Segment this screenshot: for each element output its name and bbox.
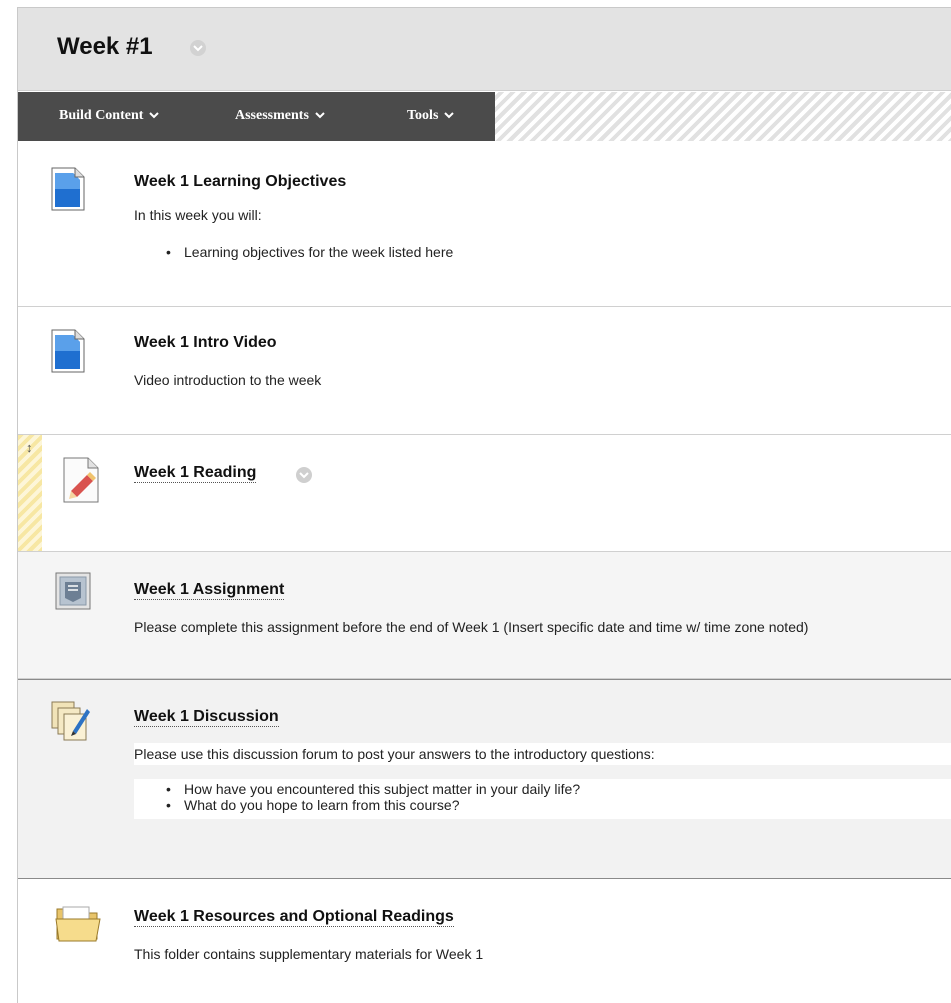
content-item-reading: ↕ Week 1 Reading	[18, 435, 951, 552]
item-title[interactable]: Week 1 Learning Objectives	[134, 173, 346, 191]
document-icon	[51, 167, 85, 216]
item-title-text: Week 1 Discussion	[134, 708, 279, 725]
chevron-down-icon	[315, 108, 325, 124]
action-bar: Build Content Assessments Tools	[18, 92, 951, 141]
list-item: Learning objectives for the week listed …	[166, 244, 453, 260]
discussion-icon	[51, 701, 91, 748]
toolbar-menus: Build Content Assessments Tools	[18, 92, 495, 141]
item-title-text: Week 1 Resources and Optional Readings	[134, 908, 454, 925]
assessments-menu[interactable]: Assessments	[235, 108, 325, 124]
title-options-chevron-icon[interactable]	[190, 40, 206, 56]
reading-options-chevron[interactable]	[294, 466, 312, 485]
item-title-link[interactable]: Week 1 Discussion	[134, 708, 279, 727]
item-title-link[interactable]: Week 1 Assignment	[134, 581, 285, 600]
reading-tool-icon	[63, 457, 99, 508]
item-description: Please use this discussion forum to post…	[134, 746, 655, 762]
item-description: Please complete this assignment before t…	[134, 619, 809, 635]
item-title[interactable]: Week 1 Intro Video	[134, 334, 277, 352]
drag-handle-icon[interactable]: ↕	[26, 441, 33, 455]
content-item-intro-video: Week 1 Intro Video Video introduction to…	[18, 307, 951, 435]
chevron-down-icon	[296, 466, 312, 483]
item-description: In this week you will:	[134, 207, 262, 223]
content-item-resources: Week 1 Resources and Optional Readings T…	[18, 879, 951, 1003]
build-content-label: Build Content	[59, 108, 144, 124]
chevron-down-icon	[149, 108, 160, 124]
content-area: Week #1 Build Content Assessments Tools	[17, 7, 951, 1003]
content-item-assignment: Week 1 Assignment Please complete this a…	[18, 552, 951, 679]
assessments-label: Assessments	[235, 108, 309, 124]
item-title-text: Week 1 Assignment	[134, 581, 285, 598]
content-item-learning-objectives: Week 1 Learning Objectives In this week …	[18, 141, 951, 307]
build-content-menu[interactable]: Build Content	[59, 108, 160, 124]
objectives-list: Learning objectives for the week listed …	[166, 244, 453, 260]
assignment-icon	[55, 572, 91, 615]
list-item: How have you encountered this subject ma…	[166, 781, 580, 797]
content-item-discussion: Week 1 Discussion Please use this discus…	[18, 679, 951, 879]
document-icon	[51, 329, 85, 378]
page-header: Week #1	[18, 8, 951, 91]
folder-icon	[55, 903, 101, 948]
tools-menu[interactable]: Tools	[407, 108, 455, 124]
list-item: What do you hope to learn from this cour…	[166, 797, 580, 813]
item-description: Video introduction to the week	[134, 372, 322, 388]
item-title-text: Week 1 Reading	[134, 464, 257, 481]
item-description: This folder contains supplementary mater…	[134, 946, 484, 962]
questions-list: How have you encountered this subject ma…	[166, 781, 580, 813]
chevron-down-icon	[444, 108, 455, 124]
page-title: Week #1	[57, 33, 153, 60]
tools-label: Tools	[407, 108, 439, 124]
item-title-link[interactable]: Week 1 Resources and Optional Readings	[134, 908, 454, 927]
item-title-link[interactable]: Week 1 Reading	[134, 464, 257, 483]
drag-strip: ↕	[18, 435, 42, 551]
